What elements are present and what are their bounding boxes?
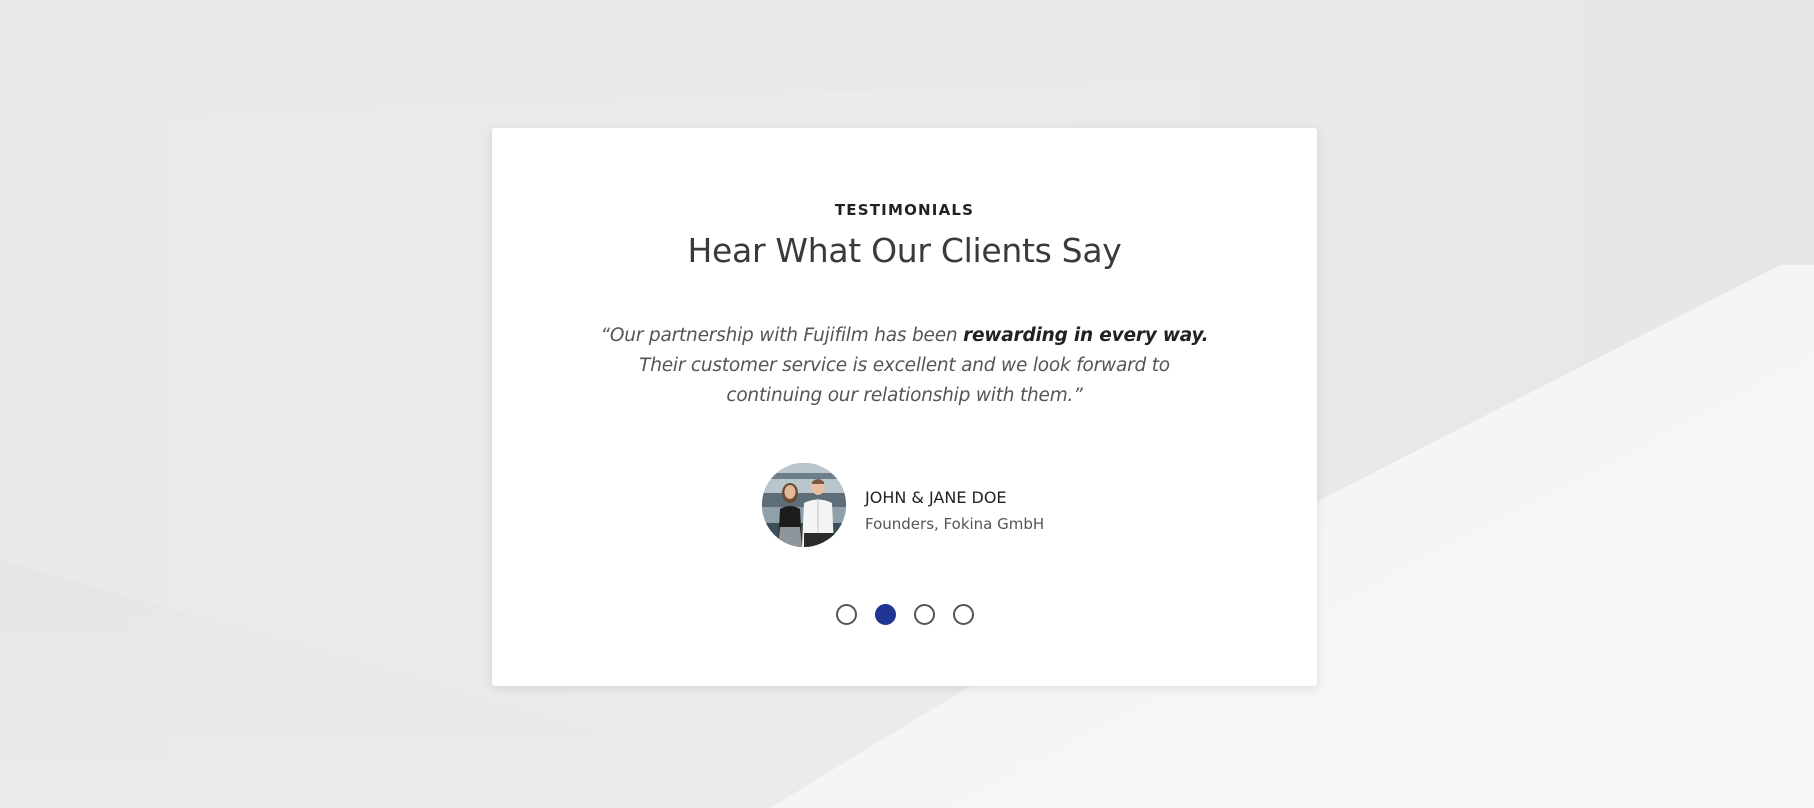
section-eyebrow: TESTIMONIALS [834, 201, 975, 219]
quote-text-end: Their customer service is excellent and … [639, 355, 1170, 406]
author-role: Founders, Fokina GmbH [865, 515, 1045, 533]
author-name: JOHN & JANE DOE [865, 488, 1007, 507]
avatar-photo [762, 463, 846, 547]
section-heading: Hear What Our Clients Say [687, 231, 1122, 270]
testimonial-quote: “Our partnership with Fujifilm has been … [592, 321, 1217, 411]
testimonial-card: TESTIMONIALS Hear What Our Clients Say “… [492, 128, 1317, 686]
carousel-dot-4[interactable] [953, 604, 974, 625]
carousel-dot-3[interactable] [914, 604, 935, 625]
quote-text-emphasis: rewarding in every way. [963, 325, 1209, 346]
carousel-dot-2[interactable] [875, 604, 896, 625]
avatar [762, 463, 846, 547]
carousel-dot-1[interactable] [836, 604, 857, 625]
quote-text-start: “Our partnership with Fujifilm has been [600, 325, 964, 346]
